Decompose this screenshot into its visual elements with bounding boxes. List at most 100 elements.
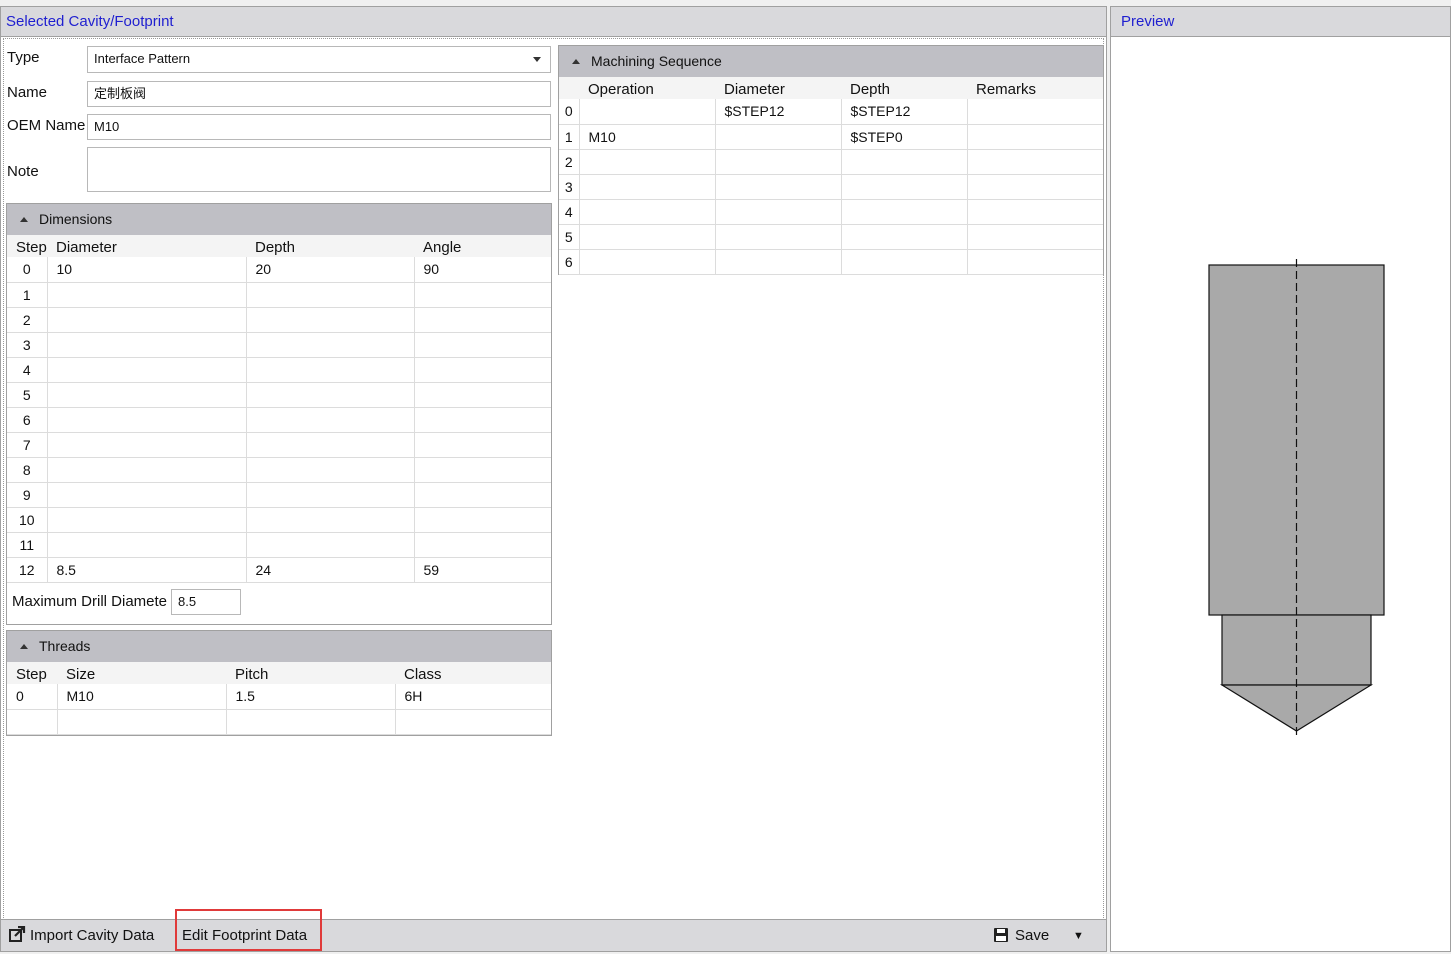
table-cell[interactable]: [579, 99, 716, 125]
table-cell[interactable]: [47, 407, 247, 433]
table-row[interactable]: 7: [7, 432, 551, 458]
table-cell[interactable]: 1.5: [226, 684, 396, 710]
table-row[interactable]: 3: [559, 174, 1103, 200]
table-cell[interactable]: [967, 174, 1103, 200]
max-drill-input[interactable]: 8.5: [171, 589, 241, 615]
table-cell[interactable]: [47, 532, 247, 558]
table-cell[interactable]: [414, 332, 551, 358]
table-cell[interactable]: 6H: [395, 684, 551, 710]
table-cell[interactable]: [246, 282, 415, 308]
table-cell[interactable]: 10: [47, 257, 247, 283]
dimensions-header[interactable]: Dimensions: [7, 204, 551, 235]
table-row[interactable]: 0 M10 1.5 6H: [7, 684, 551, 710]
table-cell[interactable]: [841, 174, 968, 200]
save-button[interactable]: Save: [993, 920, 1049, 952]
table-cell[interactable]: [47, 357, 247, 383]
table-cell[interactable]: $STEP0: [841, 124, 968, 150]
table-row[interactable]: 12 8.5 24 59: [7, 557, 551, 583]
table-cell[interactable]: $STEP12: [715, 99, 842, 125]
save-options-dropdown[interactable]: ▼: [1073, 920, 1084, 952]
table-cell[interactable]: [715, 124, 842, 150]
table-cell[interactable]: [579, 149, 716, 175]
table-cell[interactable]: [967, 249, 1103, 275]
table-cell[interactable]: 20: [246, 257, 415, 283]
table-cell[interactable]: [967, 149, 1103, 175]
table-cell[interactable]: [715, 249, 842, 275]
table-cell[interactable]: M10: [57, 684, 227, 710]
table-cell[interactable]: [226, 709, 396, 735]
name-input[interactable]: 定制板阀: [87, 81, 551, 107]
table-cell[interactable]: [579, 199, 716, 225]
table-row[interactable]: 9: [7, 482, 551, 508]
table-row[interactable]: 5: [7, 382, 551, 408]
table-cell[interactable]: [967, 199, 1103, 225]
note-textarea[interactable]: [87, 147, 551, 192]
table-row[interactable]: 2: [7, 307, 551, 333]
table-cell[interactable]: [246, 432, 415, 458]
table-cell[interactable]: [246, 307, 415, 333]
table-cell[interactable]: 59: [414, 557, 551, 583]
table-cell[interactable]: [246, 382, 415, 408]
table-cell[interactable]: [715, 149, 842, 175]
table-cell[interactable]: [414, 282, 551, 308]
table-row[interactable]: [7, 709, 551, 735]
table-cell[interactable]: [246, 457, 415, 483]
table-cell[interactable]: [579, 249, 716, 275]
table-cell[interactable]: [414, 357, 551, 383]
import-cavity-data-button[interactable]: Import Cavity Data: [9, 920, 154, 952]
table-cell[interactable]: [246, 407, 415, 433]
table-cell[interactable]: [47, 457, 247, 483]
table-cell[interactable]: [414, 407, 551, 433]
table-cell[interactable]: [414, 457, 551, 483]
table-cell[interactable]: [47, 382, 247, 408]
table-cell[interactable]: [47, 482, 247, 508]
table-cell[interactable]: [841, 199, 968, 225]
table-row[interactable]: 11: [7, 532, 551, 558]
table-row[interactable]: 3: [7, 332, 551, 358]
table-cell[interactable]: [414, 307, 551, 333]
table-cell[interactable]: [841, 224, 968, 250]
table-cell[interactable]: [47, 432, 247, 458]
table-cell[interactable]: [967, 124, 1103, 150]
table-cell[interactable]: [47, 332, 247, 358]
table-cell[interactable]: [47, 282, 247, 308]
table-row[interactable]: 6: [7, 407, 551, 433]
threads-header[interactable]: Threads: [7, 631, 551, 662]
table-cell[interactable]: [246, 507, 415, 533]
table-cell[interactable]: [967, 224, 1103, 250]
table-cell[interactable]: [246, 482, 415, 508]
table-cell[interactable]: [414, 532, 551, 558]
table-cell[interactable]: [47, 507, 247, 533]
table-row[interactable]: 4: [7, 357, 551, 383]
table-row[interactable]: 10: [7, 507, 551, 533]
table-cell[interactable]: [414, 482, 551, 508]
table-cell[interactable]: [246, 332, 415, 358]
table-cell[interactable]: [967, 99, 1103, 125]
table-row[interactable]: 4: [559, 199, 1103, 225]
table-cell[interactable]: [579, 174, 716, 200]
table-cell[interactable]: [47, 307, 247, 333]
table-cell[interactable]: M10: [579, 124, 716, 150]
table-cell[interactable]: [395, 709, 551, 735]
table-cell[interactable]: [57, 709, 227, 735]
table-cell[interactable]: [414, 382, 551, 408]
table-cell[interactable]: [246, 532, 415, 558]
table-row[interactable]: 8: [7, 457, 551, 483]
table-cell[interactable]: [579, 224, 716, 250]
table-cell[interactable]: $STEP12: [841, 99, 968, 125]
table-row[interactable]: 1 M10 $STEP0: [559, 124, 1103, 150]
table-row[interactable]: 6: [559, 249, 1103, 275]
table-cell[interactable]: [414, 432, 551, 458]
oem-name-input[interactable]: M10: [87, 114, 551, 140]
table-row[interactable]: 1: [7, 282, 551, 308]
table-cell[interactable]: 90: [414, 257, 551, 283]
type-dropdown[interactable]: Interface Pattern: [87, 46, 551, 73]
table-cell[interactable]: [841, 249, 968, 275]
table-cell[interactable]: [715, 199, 842, 225]
table-cell[interactable]: 24: [246, 557, 415, 583]
machining-sequence-header[interactable]: Machining Sequence: [559, 46, 1103, 77]
table-cell[interactable]: 8.5: [47, 557, 247, 583]
table-row[interactable]: 5: [559, 224, 1103, 250]
table-row[interactable]: 0 $STEP12 $STEP12: [559, 99, 1103, 125]
table-cell[interactable]: [715, 224, 842, 250]
